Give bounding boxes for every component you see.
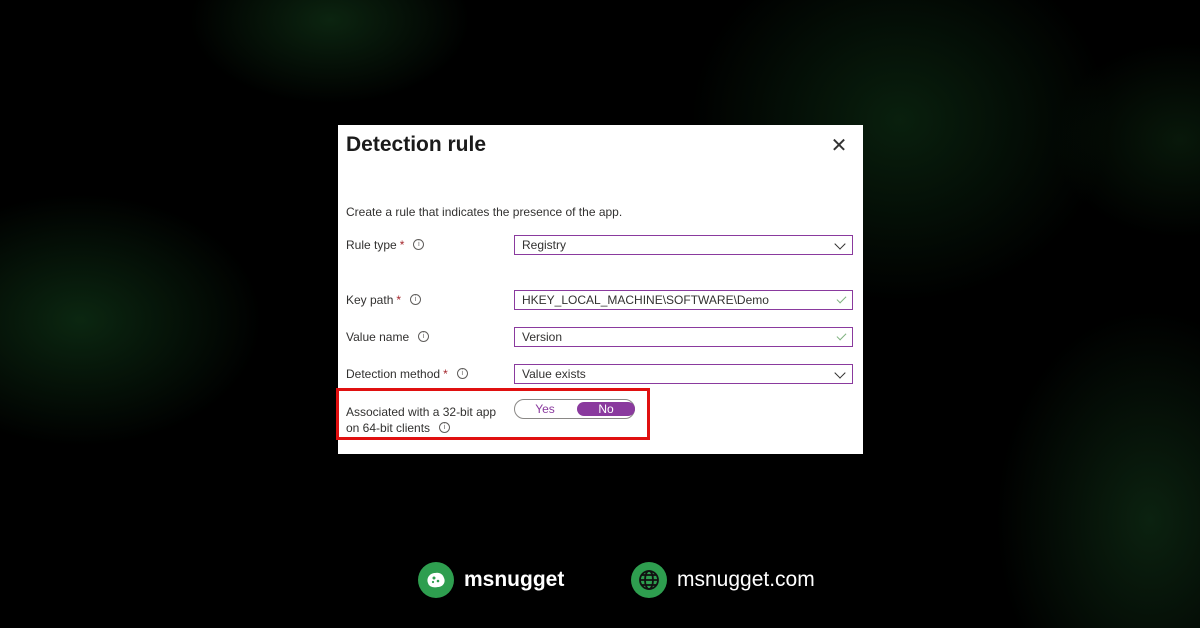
close-icon[interactable]: ✕	[828, 135, 850, 157]
rule-type-dropdown[interactable]: Registry	[514, 235, 853, 255]
brand-logo: msnugget	[418, 562, 564, 598]
detection-method-label: Detection method * i	[346, 367, 468, 381]
info-icon[interactable]: i	[456, 368, 468, 380]
chevron-down-icon	[834, 238, 846, 250]
key-path-label: Key path * i	[346, 293, 422, 307]
checkmark-icon	[836, 293, 847, 304]
checkmark-icon	[836, 330, 847, 341]
brand-name: msnugget	[464, 568, 565, 591]
key-path-value: HKEY_LOCAL_MACHINE\SOFTWARE\Demo	[522, 293, 769, 307]
info-icon[interactable]: i	[410, 294, 422, 306]
info-icon[interactable]: i	[418, 331, 430, 343]
highlight-box	[336, 388, 650, 440]
detection-method-dropdown[interactable]: Value exists	[514, 364, 853, 384]
required-marker: *	[396, 293, 402, 307]
dialog-title: Detection rule	[346, 133, 487, 156]
chevron-down-icon	[834, 367, 846, 379]
detection-method-value: Value exists	[522, 367, 586, 381]
globe-icon	[631, 562, 667, 598]
website-text: msnugget.com	[677, 568, 815, 591]
rule-type-label: Rule type * i	[346, 238, 425, 252]
info-icon[interactable]: i	[413, 239, 425, 251]
rule-type-value: Registry	[522, 238, 567, 252]
dialog-description: Create a rule that indicates the presenc…	[346, 205, 623, 219]
value-name-input[interactable]: Version	[514, 327, 853, 347]
required-marker: *	[443, 367, 448, 381]
nugget-icon	[418, 562, 454, 598]
value-name-value: Version	[522, 330, 563, 344]
key-path-input[interactable]: HKEY_LOCAL_MACHINE\SOFTWARE\Demo	[514, 290, 853, 310]
value-name-label: Value name i	[346, 330, 430, 344]
required-marker: *	[399, 238, 405, 252]
website-link[interactable]: msnugget.com	[631, 562, 815, 598]
